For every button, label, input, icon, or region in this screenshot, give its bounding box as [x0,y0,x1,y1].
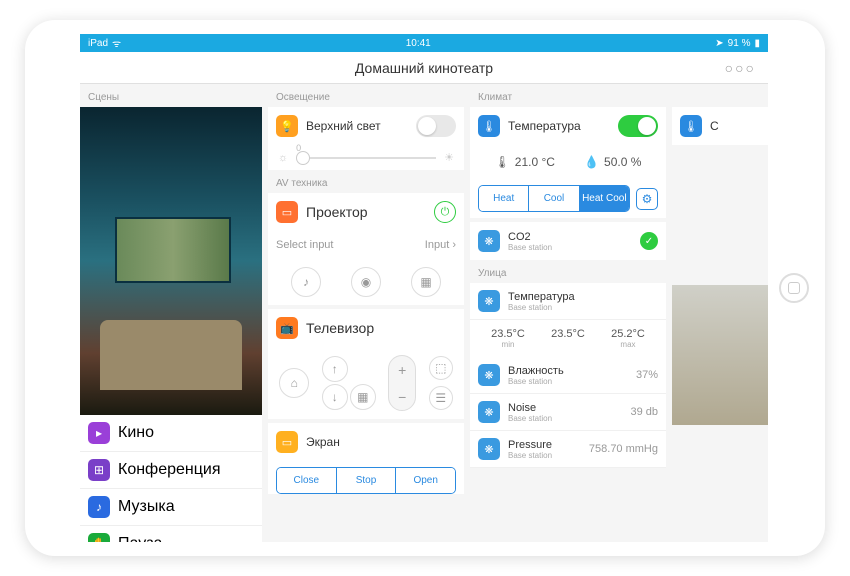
av-title: AV техника [268,174,464,193]
outdoor-temp-icon: ❋ [478,290,500,312]
input-select-row[interactable]: Select input Input › [268,231,464,259]
battery-text: 91 % [728,38,751,49]
noise-row[interactable]: ❋ NoiseBase station 39 db [470,394,666,431]
scene-item-conference[interactable]: ⊞ Конференция [80,452,262,489]
brightness-high-icon: ☀ [444,151,454,164]
pressure-icon: ❋ [478,438,500,460]
home-button[interactable] [779,273,809,303]
extra-column: 🌡 C [672,88,768,542]
co2-row[interactable]: ❋ CO2Base station ✓ [470,222,666,260]
brightness-slider[interactable]: 0 [296,157,436,159]
outdoor-title: Улица [470,264,666,283]
light-label: Верхний свет [306,119,408,133]
humidity-row[interactable]: ❋ ВлажностьBase station 37% [470,357,666,394]
humidity-value: 50.0 % [604,155,641,169]
status-bar: iPad ᯤ 10:41 ➤ 91 % ▮ [80,34,768,52]
droplet-icon: 💧 [584,155,599,169]
main-light-row: 💡 Верхний свет [268,107,464,145]
climate-title: Климат [470,88,666,107]
light-toggle[interactable] [416,115,456,137]
thermometer-small-icon: 🌡 [495,155,510,169]
page-title: Домашний кинотеатр [355,60,493,76]
scene-label: Кино [118,424,154,442]
music-icon: ♪ [88,496,110,518]
climate-toggle[interactable] [618,115,658,137]
projector-label: Проектор [306,204,426,220]
screen-close-button[interactable]: Close [277,468,337,493]
tv-volume[interactable]: +− [388,355,416,411]
climate-settings-button[interactable]: ⚙ [636,188,658,210]
screen-open-button[interactable]: Open [396,468,455,493]
projector-power[interactable]: ⏻ [434,201,456,223]
temp-row: 🌡 Температура [470,107,666,145]
mode-heat-button[interactable]: Heat [479,186,529,211]
screen-buttons: Close Stop Open [276,467,456,494]
tv-menu-button[interactable]: ▦ [350,384,376,410]
humidity-icon: ❋ [478,364,500,386]
pause-icon: ✋ [88,533,110,542]
extra-icon: 🌡 [680,115,702,137]
climate-column: Климат 🌡 Температура 🌡 21.0 °C 💧 50.0 % He… [470,88,666,542]
projector-icon: ▭ [276,201,298,223]
screen-row: ▭ Экран [268,423,464,461]
co2-icon: ❋ [478,230,500,252]
title-bar: Домашний кинотеатр ○○○ [80,52,768,84]
scenes-column: Сцены ▸ Кино ⊞ Конференция ♪ Музыка [80,88,262,542]
scene-label: Конференция [118,461,221,479]
movie-icon: ▸ [88,422,110,444]
tv-icon: 📺 [276,317,298,339]
scene-item-pause[interactable]: ✋ Пауза [80,526,262,542]
noise-icon: ❋ [478,401,500,423]
source-music-button[interactable]: ♪ [291,267,321,297]
tv-row: 📺 Телевизор [268,309,464,347]
tv-label: Телевизор [306,320,456,336]
wifi-icon: ᯤ [112,36,121,50]
scene-label: Музыка [118,498,175,516]
lighting-title: Освещение [268,88,464,107]
tablet-frame: iPad ᯤ 10:41 ➤ 91 % ▮ Домашний кинотеатр… [25,20,825,556]
tv-list-button[interactable]: ☰ [429,386,453,410]
tv-up-button[interactable]: ↑ [322,356,348,382]
tv-home-button[interactable]: ⌂ [279,368,309,398]
screen-stop-button[interactable]: Stop [337,468,397,493]
source-media-button[interactable]: ▦ [411,267,441,297]
scene-image [80,107,262,415]
thermometer-icon: 🌡 [478,115,500,137]
check-icon: ✓ [640,232,658,250]
co2-label: CO2 [508,231,632,243]
projector-row: ▭ Проектор ⏻ [268,193,464,231]
mode-cool-button[interactable]: Cool [529,186,579,211]
chevron-right-icon: › [452,239,456,251]
location-icon: ➤ [715,38,723,49]
screen: iPad ᯤ 10:41 ➤ 91 % ▮ Домашний кинотеатр… [80,34,768,542]
pressure-row[interactable]: ❋ PressureBase station 758.70 mmHg [470,431,666,468]
brightness-low-icon: ☼ [278,152,288,164]
more-icon[interactable]: ○○○ [725,60,756,76]
lighting-av-column: Освещение 💡 Верхний свет ☼ 0 ☀ [268,88,464,542]
extra-image [672,285,768,425]
tv-down-button[interactable]: ↓ [322,384,348,410]
outdoor-temp-row[interactable]: ❋ ТемператураBase station [470,283,666,320]
temp-label: Температура [508,119,610,133]
source-disc-button[interactable]: ◉ [351,267,381,297]
screen-label: Экран [306,435,456,449]
scenes-title: Сцены [80,88,262,107]
extra-row[interactable]: 🌡 C [672,107,768,145]
input-label: Select input [276,239,333,251]
conference-icon: ⊞ [88,459,110,481]
status-time: 10:41 [406,38,431,49]
tv-rec-button[interactable]: ⬚ [429,356,453,380]
temp-value: 21.0 °C [515,155,555,169]
scene-item-movie[interactable]: ▸ Кино [80,415,262,452]
device-label: iPad [88,38,108,49]
battery-icon: ▮ [754,38,760,49]
content: Сцены ▸ Кино ⊞ Конференция ♪ Музыка [80,84,768,542]
mode-heatcool-button[interactable]: Heat Cool [580,186,629,211]
scene-label: Пауза [118,535,162,542]
scene-item-music[interactable]: ♪ Музыка [80,489,262,526]
light-icon: 💡 [276,115,298,137]
screen-icon: ▭ [276,431,298,453]
